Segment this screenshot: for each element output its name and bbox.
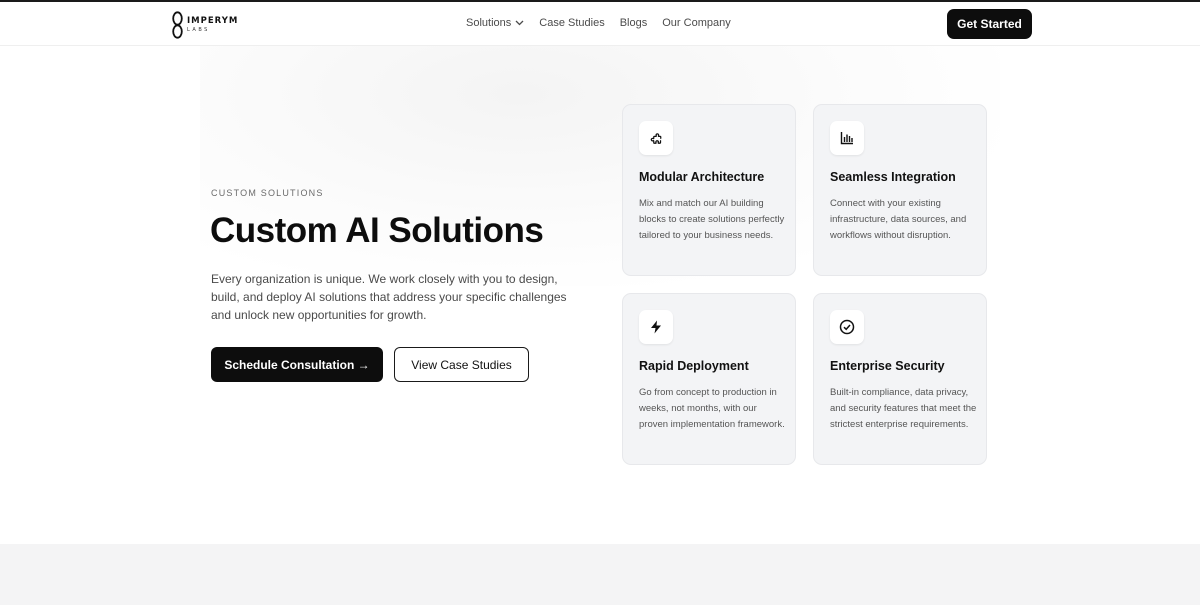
feature-title: Rapid Deployment xyxy=(639,359,749,373)
feature-description: Mix and match our AI building blocks to … xyxy=(639,198,785,241)
nav-solutions[interactable]: Solutions xyxy=(466,17,524,29)
chevron-down-icon xyxy=(515,17,524,29)
schedule-consultation-button[interactable]: Schedule Consultation → xyxy=(211,347,383,382)
feature-card-rapid-deployment: Rapid Deployment Go from concept to prod… xyxy=(622,293,796,465)
nav-blogs[interactable]: Blogs xyxy=(620,17,648,29)
hero-title: Custom AI Solutions xyxy=(210,211,544,250)
feature-card-seamless-integration: Seamless Integration Connect with your e… xyxy=(813,104,987,276)
feature-card-modular-architecture: Modular Architecture Mix and match our A… xyxy=(622,104,796,276)
nav-solutions-label: Solutions xyxy=(466,17,512,29)
lightning-icon xyxy=(639,310,673,344)
check-circle-icon xyxy=(830,310,864,344)
feature-title: Enterprise Security xyxy=(830,359,945,373)
brand-name: IMPERYM xyxy=(187,16,239,27)
hero-description: Every organization is unique. We work cl… xyxy=(211,272,567,322)
puzzle-icon xyxy=(639,121,673,155)
feature-title: Modular Architecture xyxy=(639,170,765,184)
feature-description: Connect with your existing infrastructur… xyxy=(830,198,967,241)
brand-logo[interactable]: IMPERYM LABS xyxy=(172,10,238,40)
next-section-band xyxy=(0,544,1200,605)
main-menu: Solutions Case Studies Blogs Our Company xyxy=(466,17,746,29)
get-started-button[interactable]: Get Started xyxy=(947,9,1032,39)
feature-description: Built-in compliance, data privacy, and s… xyxy=(830,387,977,430)
view-case-studies-button[interactable]: View Case Studies xyxy=(394,347,529,382)
top-navbar: IMPERYM LABS Solutions Case Studies Blog… xyxy=(0,2,1200,46)
nav-case-studies[interactable]: Case Studies xyxy=(539,17,604,29)
feature-description: Go from concept to production in weeks, … xyxy=(639,387,785,430)
feature-card-enterprise-security: Enterprise Security Built-in compliance,… xyxy=(813,293,987,465)
bar-chart-icon xyxy=(830,121,864,155)
logo-mark-icon xyxy=(172,11,183,39)
brand-subname: LABS xyxy=(187,26,210,33)
feature-title: Seamless Integration xyxy=(830,170,956,184)
hero-eyebrow: CUSTOM SOLUTIONS xyxy=(211,188,324,198)
nav-our-company[interactable]: Our Company xyxy=(662,17,730,29)
